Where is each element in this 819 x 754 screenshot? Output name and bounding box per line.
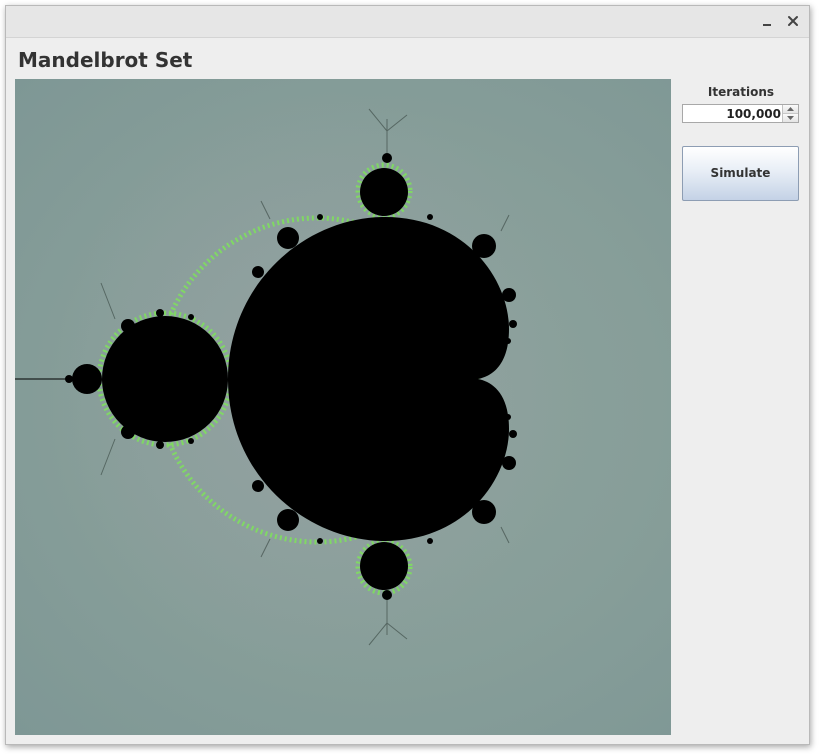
iterations-label: Iterations [707, 85, 775, 99]
increment-button[interactable] [783, 105, 798, 114]
bottom-tiny-bulb [382, 590, 392, 600]
chevron-up-icon [787, 107, 794, 111]
spinner-buttons [782, 105, 798, 122]
mandelbrot-canvas[interactable] [15, 79, 671, 735]
top-bulb [360, 168, 408, 216]
title-bar [6, 6, 809, 38]
control-panel: Iterations Simulate [682, 82, 800, 201]
top-tiny-bulb [382, 153, 392, 163]
iterations-input[interactable] [683, 105, 783, 122]
simulate-button[interactable]: Simulate [682, 146, 799, 201]
minimize-button[interactable] [759, 13, 775, 29]
iterations-spinner[interactable] [682, 104, 799, 123]
left-tiny-bulb [65, 375, 73, 383]
bottom-bulb [360, 542, 408, 590]
close-icon [788, 16, 798, 26]
app-window: Mandelbrot Set Iterations 100,000 Simula… [5, 5, 810, 745]
close-button[interactable] [785, 13, 801, 29]
decrement-button[interactable] [783, 114, 798, 122]
mandelbrot-render [15, 89, 575, 669]
period-2-bulb [102, 316, 228, 442]
page-title: Mandelbrot Set [18, 48, 193, 72]
left-minibulb [72, 364, 102, 394]
chevron-down-icon [787, 116, 794, 120]
minimize-icon [763, 24, 771, 26]
